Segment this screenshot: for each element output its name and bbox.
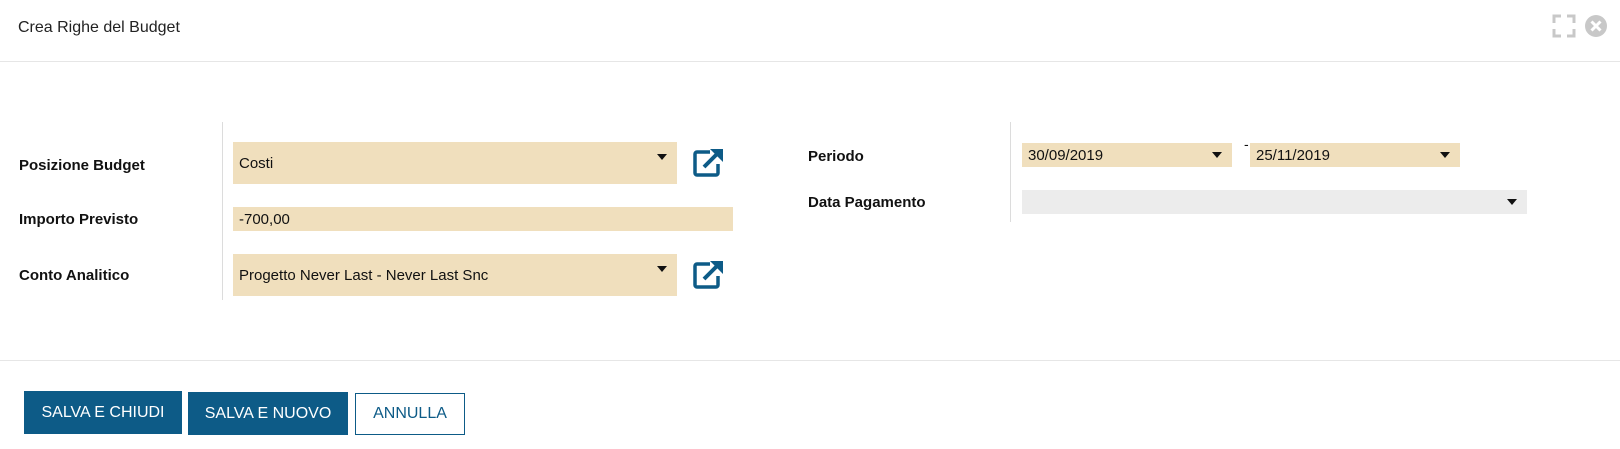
chevron-down-icon: [1507, 199, 1517, 205]
left-column-separator: [222, 122, 223, 300]
posizione-budget-value: Costi: [239, 154, 274, 172]
periodo-from-value: 30/09/2019: [1028, 146, 1104, 164]
save-new-button[interactable]: SALVA E NUOVO: [188, 392, 348, 435]
chevron-down-icon: [657, 154, 667, 160]
importo-previsto-value: -700,00: [239, 210, 290, 228]
close-icon[interactable]: [1584, 14, 1608, 43]
chevron-down-icon: [657, 266, 667, 272]
modal-header: Crea Righe del Budget: [0, 0, 1620, 62]
conto-analitico-select[interactable]: Progetto Never Last - Never Last Snc: [233, 254, 677, 296]
external-link-icon[interactable]: [692, 148, 724, 183]
periodo-to-date[interactable]: 25/11/2019: [1250, 143, 1460, 167]
chevron-down-icon: [1212, 152, 1222, 158]
posizione-budget-select[interactable]: Costi: [233, 142, 677, 184]
periodo-to-value: 25/11/2019: [1256, 146, 1330, 164]
external-link-icon[interactable]: [692, 260, 724, 295]
importo-previsto-input[interactable]: -700,00: [233, 207, 733, 231]
right-column-separator: [1010, 122, 1011, 222]
periodo-separator: -: [1244, 136, 1249, 152]
save-close-button[interactable]: SALVA E CHIUDI: [24, 391, 182, 434]
footer-separator: [0, 360, 1620, 361]
cancel-button[interactable]: ANNULLA: [355, 393, 465, 435]
dialog-title: Crea Righe del Budget: [18, 19, 180, 36]
data-pagamento-select[interactable]: [1022, 190, 1527, 214]
label-periodo: Periodo: [808, 148, 864, 165]
periodo-from-date[interactable]: 30/09/2019: [1022, 143, 1232, 167]
chevron-down-icon: [1440, 152, 1450, 158]
label-conto-analitico: Conto Analitico: [19, 267, 130, 284]
label-importo-previsto: Importo Previsto: [19, 211, 139, 228]
label-posizione-budget: Posizione Budget: [19, 157, 145, 174]
expand-icon[interactable]: [1552, 14, 1576, 43]
label-data-pagamento: Data Pagamento: [808, 194, 926, 211]
conto-analitico-value: Progetto Never Last - Never Last Snc: [239, 266, 489, 284]
